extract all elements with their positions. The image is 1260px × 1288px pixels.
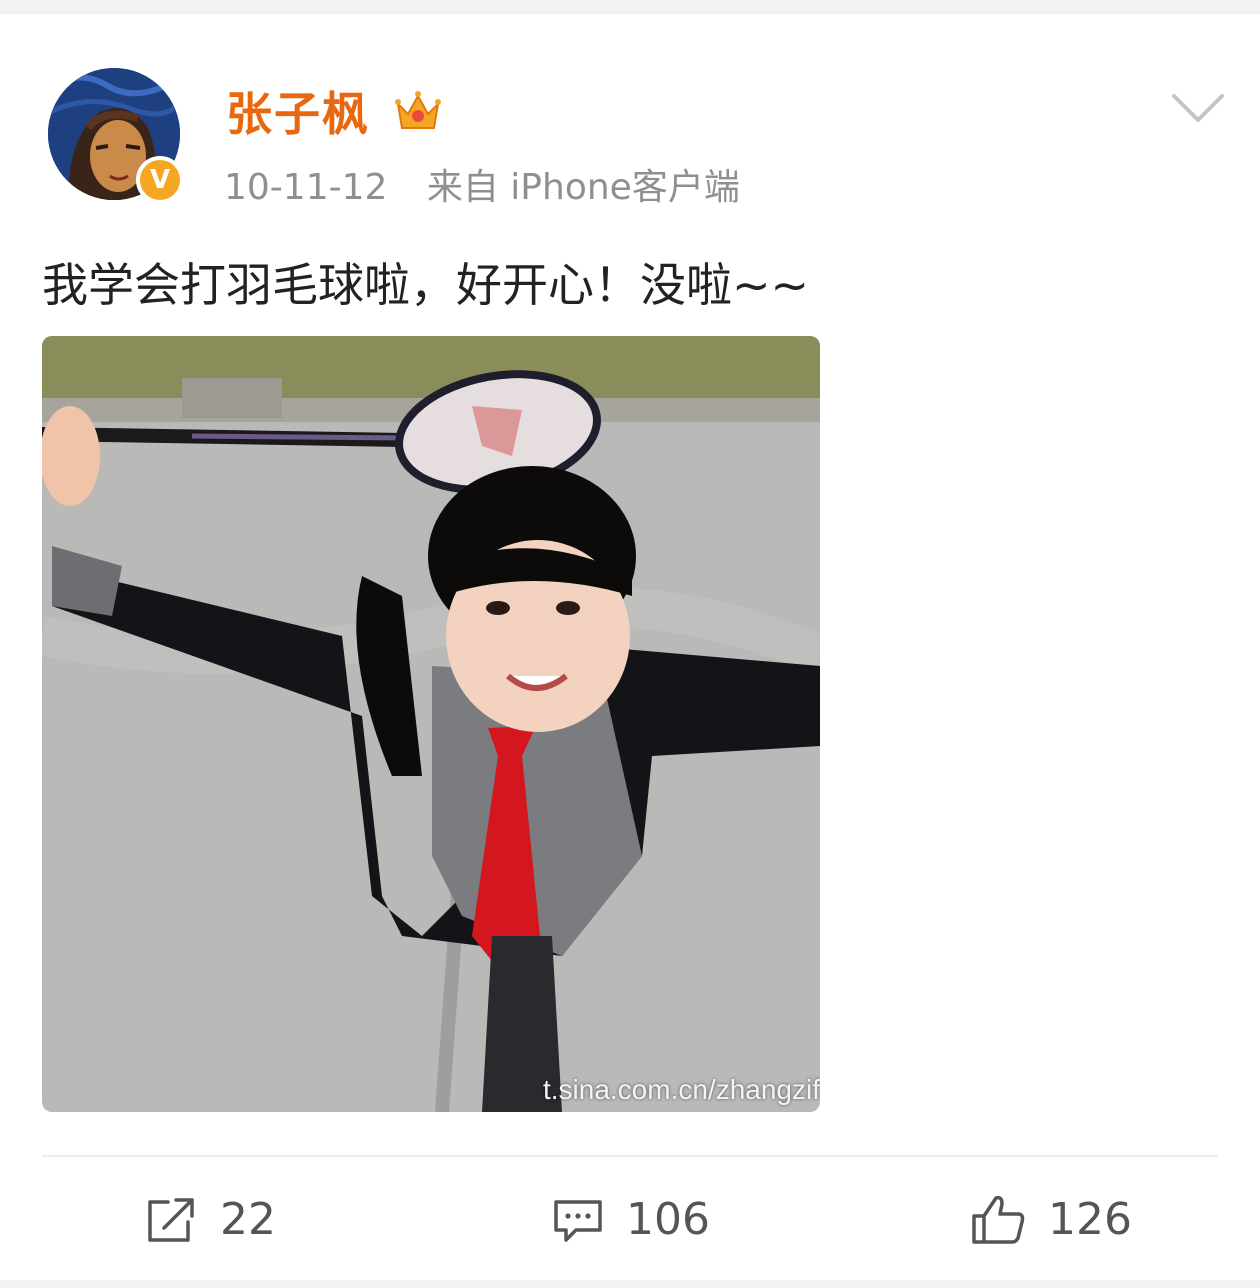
verified-badge-label: V: [149, 165, 171, 195]
thumbs-up-icon: [972, 1195, 1025, 1244]
chevron-down-icon[interactable]: [1170, 90, 1226, 126]
comment-button[interactable]: 106: [552, 1190, 710, 1250]
post-meta: 10-11-12 来自 iPhone客户端: [224, 164, 740, 212]
repost-count: 22: [220, 1194, 276, 1245]
comment-icon: [554, 1200, 602, 1242]
image-watermark: t.sina.com.cn/zhangzif: [542, 1074, 820, 1105]
comment-count: 106: [626, 1194, 710, 1245]
post-image[interactable]: t.sina.com.cn/zhangzif: [42, 336, 820, 1112]
like-button[interactable]: 126: [970, 1190, 1132, 1250]
crown-icon[interactable]: [392, 86, 444, 138]
divider: [42, 1155, 1218, 1157]
weibo-post-card: V 张子枫 10-11-12 来自 iPhone客户端 我学会打羽毛球啦，好开心…: [0, 14, 1260, 1280]
repost-button[interactable]: 22: [146, 1190, 276, 1250]
like-count: 126: [1048, 1194, 1132, 1245]
verified-badge-icon: V: [136, 156, 184, 204]
post-date: 10-11-12: [224, 167, 388, 208]
repost-icon: [148, 1198, 194, 1242]
post-source[interactable]: 来自 iPhone客户端: [427, 167, 740, 208]
post-text: 我学会打羽毛球啦，好开心！没啦~~: [42, 258, 810, 312]
author-name[interactable]: 张子枫: [226, 84, 370, 144]
